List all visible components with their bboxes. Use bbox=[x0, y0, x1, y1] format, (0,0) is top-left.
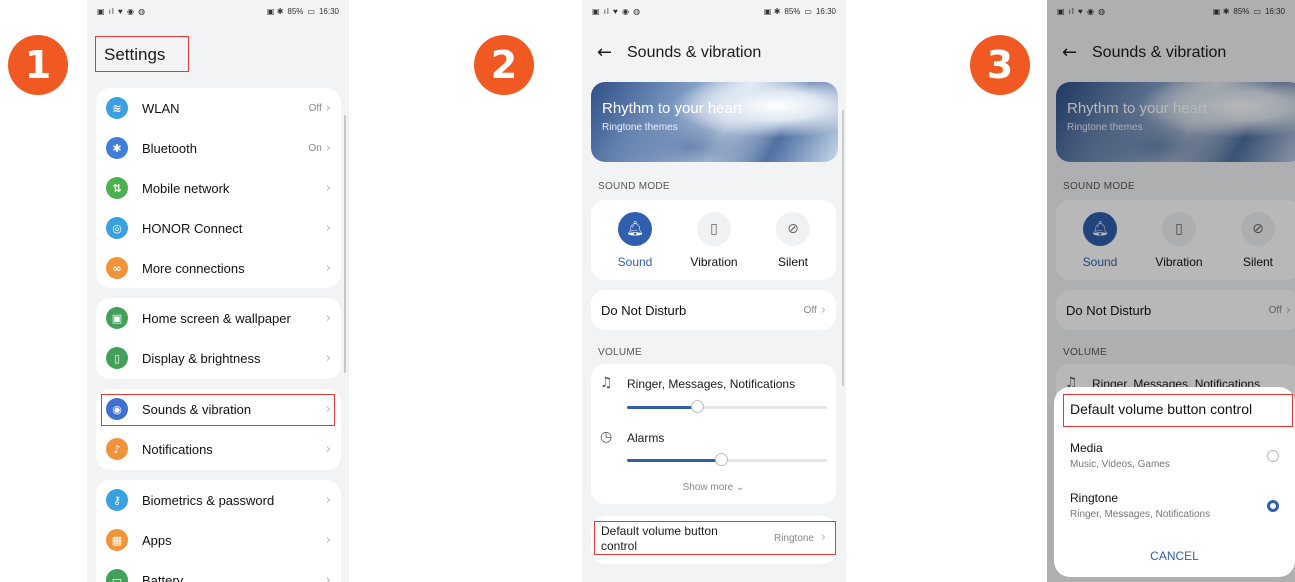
status-bar: ▣ ıl ♥ ◉ ◍ ▣ ✱ 85% ▭ 16:30 bbox=[582, 0, 846, 22]
volume-alarms-knob[interactable] bbox=[715, 453, 728, 466]
sounds-screen: ▣ ıl ♥ ◉ ◍ ▣ ✱ 85% ▭ 16:30 ← Sounds & vi… bbox=[582, 0, 846, 582]
scrollbar[interactable] bbox=[344, 115, 346, 373]
vibration-icon: ▯ bbox=[697, 212, 731, 246]
chevron-right-icon: › bbox=[325, 220, 331, 236]
chevron-right-icon: › bbox=[325, 492, 331, 508]
settings-item-apps[interactable]: ▦ Apps › bbox=[96, 520, 341, 560]
chevron-right-icon: › bbox=[820, 302, 826, 318]
chevron-right-icon: › bbox=[325, 532, 331, 548]
settings-item-display[interactable]: ▯ Display & brightness › bbox=[96, 338, 341, 378]
settings-item-biometrics[interactable]: ⚷ Biometrics & password › bbox=[96, 480, 341, 520]
section-volume: VOLUME bbox=[598, 347, 643, 358]
ringtone-themes-banner[interactable]: Rhythm to your heart Ringtone themes bbox=[591, 82, 838, 162]
show-more-button[interactable]: Show more ⌄ bbox=[591, 482, 836, 493]
settings-item-mobile-network[interactable]: ⇅ Mobile network › bbox=[96, 168, 341, 208]
option-ringtone[interactable]: Ringtone Ringer, Messages, Notifications bbox=[1070, 491, 1285, 525]
chevron-right-icon: › bbox=[325, 441, 331, 457]
settings-item-notifications[interactable]: ♪ Notifications › bbox=[96, 429, 341, 469]
highlight-box-settings-title bbox=[95, 36, 189, 72]
volume-ringer-fill bbox=[627, 406, 697, 409]
bell-icon: 🔔︎ bbox=[618, 212, 652, 246]
settings-item-honor-connect[interactable]: ◎ HONOR Connect › bbox=[96, 208, 341, 248]
volume-ringer-knob[interactable] bbox=[691, 400, 704, 413]
mode-silent-button[interactable]: ⊘ Silent bbox=[763, 212, 823, 269]
volume-alarms-slider[interactable] bbox=[627, 453, 827, 466]
chevron-right-icon: › bbox=[325, 350, 331, 366]
bell-icon: ♪ bbox=[106, 438, 128, 460]
wifi-icon: ≋ bbox=[106, 97, 128, 119]
chevron-right-icon: › bbox=[325, 310, 331, 326]
volume-alarms-label: Alarms bbox=[627, 431, 665, 445]
step-badge-3: 3 bbox=[970, 35, 1030, 95]
page-title: Sounds & vibration bbox=[627, 44, 762, 61]
status-icons-left: ▣ ıl ♥ ◉ ◍ bbox=[97, 6, 147, 16]
sound-mode-card: 🔔︎ Sound ▯ Vibration ⊘ Silent bbox=[591, 200, 836, 280]
status-bar: ▣ ıl ♥ ◉ ◍ ▣ ✱ 85% ▭ 16:30 bbox=[87, 0, 349, 22]
section-sound-mode: SOUND MODE bbox=[598, 181, 670, 192]
battery-icon: ▭ bbox=[307, 6, 315, 16]
alarm-clock-icon: ◷ bbox=[600, 429, 613, 445]
step-badge-1: 1 bbox=[8, 35, 68, 95]
volume-alarms-fill bbox=[627, 459, 721, 462]
clock: 16:30 bbox=[318, 6, 339, 16]
settings-group-connections: ≋ WLAN Off › ✱ Bluetooth On › ⇅ Mobile n… bbox=[96, 88, 341, 288]
chevron-right-icon: › bbox=[325, 260, 331, 276]
chevron-right-icon: › bbox=[325, 572, 331, 582]
status-icons-right: ▣ ✱ bbox=[266, 6, 284, 16]
step-badge-2: 2 bbox=[474, 35, 534, 95]
dialog-screen: ▣ ıl ♥ ◉ ◍ ▣ ✱ 85% ▭ 16:30 ← Sounds & vi… bbox=[1047, 0, 1295, 582]
battery-level: 85% bbox=[287, 6, 304, 16]
chevron-right-icon: › bbox=[325, 180, 331, 196]
highlight-box-dialog-title bbox=[1063, 394, 1293, 427]
option-media[interactable]: Media Music, Videos, Games bbox=[1070, 441, 1285, 475]
mode-sound-button[interactable]: 🔔︎ Sound bbox=[605, 212, 665, 269]
back-arrow-icon[interactable]: ← bbox=[597, 42, 612, 63]
settings-screen: ▣ ıl ♥ ◉ ◍ ▣ ✱ 85% ▭ 16:30 Settings ≋ WL… bbox=[87, 0, 349, 582]
key-icon: ⚷ bbox=[106, 489, 128, 511]
bell-outline-icon: ♫ bbox=[600, 375, 613, 391]
wallpaper-icon: ▣ bbox=[106, 307, 128, 329]
highlight-box-sounds-vibration bbox=[101, 394, 335, 426]
battery-icon: ▭ bbox=[804, 6, 812, 16]
settings-item-battery[interactable]: ▭ Battery › bbox=[96, 560, 341, 582]
honor-connect-icon: ◎ bbox=[106, 217, 128, 239]
do-not-disturb-row[interactable]: Do Not Disturb Off › bbox=[591, 290, 836, 330]
settings-item-home-screen[interactable]: ▣ Home screen & wallpaper › bbox=[96, 298, 341, 338]
volume-control-dialog: Default volume button control Media Musi… bbox=[1054, 387, 1295, 577]
display-icon: ▯ bbox=[106, 347, 128, 369]
link-icon: ∞ bbox=[106, 257, 128, 279]
settings-item-bluetooth[interactable]: ✱ Bluetooth On › bbox=[96, 128, 341, 168]
highlight-box-default-volume bbox=[594, 521, 836, 555]
radio-media[interactable] bbox=[1267, 450, 1279, 462]
cancel-button[interactable]: CANCEL bbox=[1054, 549, 1295, 563]
volume-card: ♫ Ringer, Messages, Notifications ◷ Alar… bbox=[591, 364, 836, 504]
mobile-network-icon: ⇅ bbox=[106, 177, 128, 199]
settings-item-more-connections[interactable]: ∞ More connections › bbox=[96, 248, 341, 288]
radio-ringtone[interactable] bbox=[1267, 500, 1279, 512]
battery-level: 85% bbox=[784, 6, 801, 16]
bluetooth-icon: ✱ bbox=[106, 137, 128, 159]
status-icons-right: ▣ ✱ bbox=[763, 6, 781, 16]
settings-item-wlan[interactable]: ≋ WLAN Off › bbox=[96, 88, 341, 128]
volume-ringer-label: Ringer, Messages, Notifications bbox=[627, 377, 796, 391]
settings-group-security: ⚷ Biometrics & password › ▦ Apps › ▭ Bat… bbox=[96, 480, 341, 582]
volume-ringer-slider[interactable] bbox=[627, 400, 827, 413]
chevron-right-icon: › bbox=[325, 140, 331, 156]
mode-vibration-button[interactable]: ▯ Vibration bbox=[684, 212, 744, 269]
settings-group-display: ▣ Home screen & wallpaper › ▯ Display & … bbox=[96, 298, 341, 379]
chevron-right-icon: › bbox=[325, 100, 331, 116]
bell-off-icon: ⊘ bbox=[776, 212, 810, 246]
scrollbar[interactable] bbox=[842, 110, 844, 386]
clock: 16:30 bbox=[815, 6, 836, 16]
apps-icon: ▦ bbox=[106, 529, 128, 551]
status-icons-left: ▣ ıl ♥ ◉ ◍ bbox=[592, 6, 642, 16]
chevron-down-icon: ⌄ bbox=[735, 482, 745, 493]
battery-icon: ▭ bbox=[106, 569, 128, 582]
